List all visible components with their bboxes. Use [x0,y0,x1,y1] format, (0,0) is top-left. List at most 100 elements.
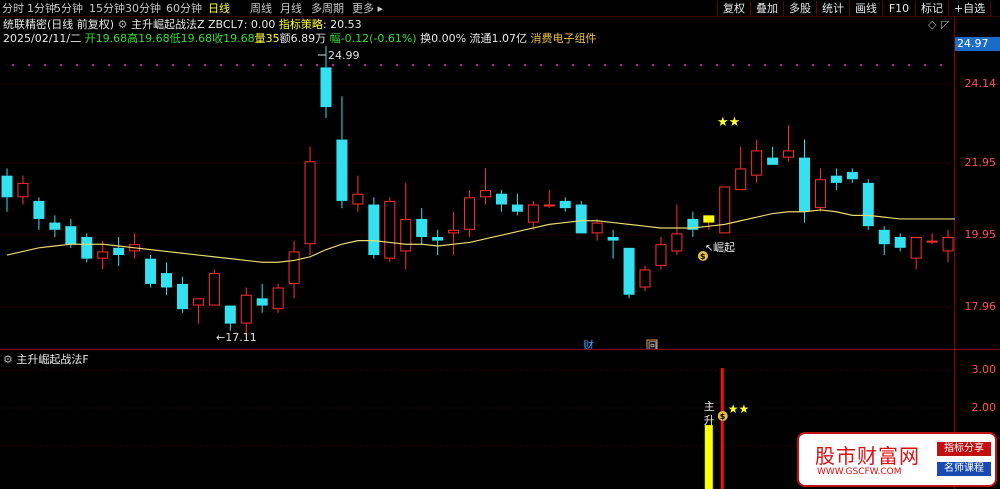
candle [543,190,555,209]
grid-dot [268,64,270,66]
period-tab-1[interactable]: 1分钟 [27,1,56,16]
toolbar-button-0[interactable]: 复权 [717,1,750,16]
candle [81,233,93,263]
toolbar-button-8[interactable]: 返回 [990,1,1000,16]
candle-body-down [320,67,332,108]
candle [368,197,380,259]
star-signal: ★★ [728,402,750,416]
grid-dot [572,64,574,66]
period-tab-6[interactable]: 日线 [208,1,230,16]
signal-label: 崛起 [713,240,735,254]
candle-body-down [113,247,125,256]
watermark-logo: 股市财富网 WWW.GSCFW.COM 指标分享 名师课程 [797,432,997,487]
price-chart[interactable]: 24.99←17.11★★$↖ 崛起财回 [0,46,955,349]
grid-dot [156,64,158,66]
candle [878,226,890,256]
quote-change: 幅-0.12(-0.61%) [329,32,417,45]
candle [591,218,603,241]
period-tab-3[interactable]: 15分钟 [89,1,125,16]
candle [655,236,667,270]
toolbar-button-5[interactable]: F10 [882,1,915,16]
grid-dot [300,64,302,66]
candle [400,182,412,270]
watermark-url: WWW.GSCFW.COM [817,467,902,477]
high-price-label: 24.99 [328,49,360,62]
candle-body-down [830,175,842,183]
toolbar-button-4[interactable]: 画线 [849,1,882,16]
candle [799,139,810,223]
candle-body-up [304,161,316,245]
toolbar-button-6[interactable]: 标记 [915,1,948,16]
candle [910,236,922,270]
quote-sector[interactable]: 消费电子组件 [531,32,597,45]
toolbar-button-2[interactable]: 多股 [783,1,816,16]
grid-dot [332,64,334,66]
grid-dot [748,64,750,66]
period-toolbar: 分时 1分钟 5分钟 15分钟 30分钟 60分钟 日线 周线 月线 多周期 更多 ▸ 复权 叠加 多股统… [0,0,1000,17]
price-axis-tick: 21.95 [964,156,997,170]
watermark-title: 股市财富网 [815,444,920,468]
toolbar-button-7[interactable]: +自选 [948,1,990,16]
indicator-name[interactable]: 主升崛起战法Z [131,18,205,31]
period-tab-8[interactable]: 月线 [280,1,302,16]
candle-body-down [65,226,77,245]
gear-icon[interactable]: ⚙ [3,353,16,366]
toolbar-button-1[interactable]: 叠加 [750,1,783,16]
candle [208,269,220,306]
candle [192,298,204,324]
grid-dot [908,64,910,66]
diamond-icon[interactable]: ◇ [928,18,936,31]
stock-name[interactable]: 统联精密(日线 前复权) [3,18,114,31]
candle-body-up [240,294,252,324]
quote-turnover: 换0.00% [420,32,467,45]
candle [49,215,61,237]
quote-float: 流通1.07亿 [469,32,528,45]
candle [176,276,188,313]
candle [240,287,252,335]
candle-body-up [671,233,683,252]
grid-dot [604,64,606,66]
candle-body-down [416,218,428,237]
zbcl-value: ZBCL7: 0.00 [208,18,276,31]
quote-close: 收19.68 [212,32,255,45]
money-bag-icon: $ [720,412,726,421]
toolbar-button-3[interactable]: 统计 [816,1,849,16]
grid-dot [780,64,782,66]
grid-dot [684,64,686,66]
period-tab-9[interactable]: 多周期 [311,1,344,16]
candle-body-up [448,229,460,234]
period-tab-0[interactable]: 分时 [2,1,24,16]
candle [527,200,539,230]
candle-body-down [1,175,13,198]
grid-dot [892,64,894,66]
candle-body-down [336,139,348,201]
period-tab-5[interactable]: 60分钟 [166,1,202,16]
sub-indicator-name[interactable]: 主升崛起战法F [16,353,88,366]
quote-low: 低19.68 [169,32,213,45]
period-tab-4[interactable]: 30分钟 [125,1,161,16]
grid-dot [348,64,350,66]
signal-candle-body [703,215,715,223]
grid-dot [924,64,926,66]
candle-body-up [527,204,539,223]
grid-dot [492,64,494,66]
candle-body-down [176,283,188,310]
period-tab-2[interactable]: 5分钟 [54,1,83,16]
candle-body-down [33,200,45,219]
period-tab-7[interactable]: 周线 [250,1,272,16]
grid-dot [556,64,558,66]
candle [17,175,29,205]
grid-dot [252,64,254,66]
grid-dot [284,64,286,66]
watermark-badge-course: 名师课程 [937,462,991,476]
expand-icon[interactable]: ◸ [941,18,949,31]
candle [272,283,284,313]
candle [384,197,396,263]
candle-body-down [368,204,380,256]
watermark-badge-share: 指标分享 [937,442,991,456]
return-marker-label: 回 [648,341,657,349]
period-tab-10[interactable]: 更多 ▸ [352,1,383,16]
candle [33,197,45,230]
grid-dot [28,64,30,66]
gear-icon[interactable]: ⚙ [118,18,131,31]
